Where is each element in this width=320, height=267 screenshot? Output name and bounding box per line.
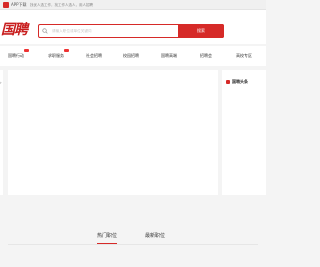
top-bar: APP下载 找优人选工作，找工作人选人，用人招聘 [0,0,266,10]
search-icon [42,28,48,34]
news-header[interactable]: 国聘头条 [226,79,248,85]
news-title: 国聘头条 [232,79,248,84]
nav-item-university-zone[interactable]: 高校专区 [236,53,252,59]
nav-item-label: 校园招聘 [123,53,139,58]
new-badge [24,49,29,52]
chevron-right-icon[interactable]: › [0,80,2,85]
site-logo[interactable]: 国聘 [1,23,28,37]
nav-item-guopin-action[interactable]: 国聘行动 [8,49,29,59]
search-bar: 搜索 [38,24,224,38]
phone-icon [3,2,9,8]
nav-item-high-end[interactable]: 国聘高端 [161,53,177,59]
header: 国聘 搜索 [0,10,266,44]
search-input[interactable] [52,26,182,36]
app-download-link[interactable]: APP下载 [3,2,27,8]
search-button[interactable]: 搜索 [178,24,224,38]
nav-item-social-recruit[interactable]: 社会招聘 [86,53,102,59]
tab-hot-jobs[interactable]: 热门职位 [97,232,117,240]
news-panel: 国聘头条 [222,70,266,195]
job-tabs: 热门职位 最新职位 [0,222,266,267]
left-panel: › [0,70,3,195]
main-nav: 国聘行动 求职服务 社会招聘 校园招聘 国聘高端 招聘会 高校专区 [0,46,266,66]
nav-item-label: 社会招聘 [86,53,102,58]
nav-item-label: 求职服务 [48,53,64,58]
nav-item-job-fair[interactable]: 招聘会 [200,53,212,59]
nav-item-label: 国聘高端 [161,53,177,58]
tab-divider [8,244,258,245]
active-tab-indicator [97,243,117,244]
nav-item-label: 国聘行动 [8,53,24,58]
site-slogan: 找优人选工作，找工作人选人，用人招聘 [30,3,93,7]
nav-item-label: 高校专区 [236,53,252,58]
new-badge [64,49,69,52]
news-icon [226,80,230,84]
app-download-label: APP下载 [11,2,27,7]
tab-latest-jobs[interactable]: 最新职位 [145,232,165,240]
nav-item-campus-recruit[interactable]: 校园招聘 [123,53,139,59]
nav-item-label: 招聘会 [200,53,212,58]
nav-item-job-service[interactable]: 求职服务 [48,49,69,59]
main-banner[interactable] [8,70,218,195]
